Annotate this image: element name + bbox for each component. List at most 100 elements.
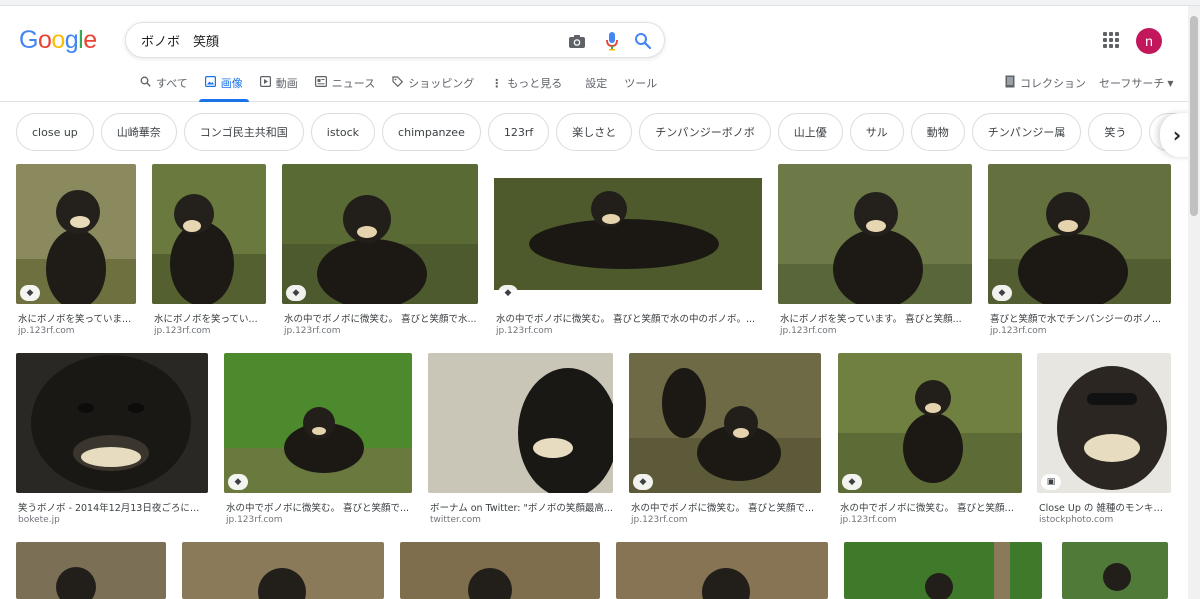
bookmark-icon <box>1005 75 1015 91</box>
search-icon[interactable] <box>633 31 653 51</box>
tab-tools[interactable]: ツール <box>624 70 657 96</box>
result-thumbnail[interactable] <box>1037 353 1171 493</box>
image-result[interactable]: ボーナム on Twitter: "ボノボの笑顔最高... twitter.co… <box>428 353 613 528</box>
image-result[interactable]: 水にボノボを笑ってい... jp.123rf.com <box>152 164 266 339</box>
result-caption[interactable]: 水にボノボを笑っていま... <box>18 311 136 325</box>
chip[interactable]: 123rf <box>487 113 550 151</box>
chip[interactable]: チンパンジー属 <box>971 113 1082 151</box>
result-thumbnail[interactable] <box>616 542 828 599</box>
result-source[interactable]: jp.123rf.com <box>990 326 1047 336</box>
chip[interactable]: サル <box>849 113 904 151</box>
result-caption[interactable]: 水の中でボノボに微笑む。 喜びと笑顔で... <box>840 500 1022 514</box>
tab-more[interactable]: ⋮ もっと見る <box>491 70 562 96</box>
image-result[interactable]: ◆ 水にボノボを笑っていま... jp.123rf.com <box>16 164 136 339</box>
result-source[interactable]: jp.123rf.com <box>840 515 897 525</box>
tab-videos[interactable]: 動画 <box>259 70 298 96</box>
image-icon <box>204 76 216 90</box>
result-thumbnail[interactable] <box>282 164 478 304</box>
result-source[interactable]: jp.123rf.com <box>780 326 837 336</box>
chip[interactable]: close up <box>16 113 94 151</box>
image-result[interactable]: 笑うボノボ - 2014年12月13日夜ごろに梶... bokete.jp <box>16 353 208 528</box>
result-source[interactable]: jp.123rf.com <box>154 326 211 336</box>
chip[interactable]: チンパンジーボノボ <box>639 113 771 151</box>
result-caption[interactable]: ボーナム on Twitter: "ボノボの笑顔最高... <box>430 500 613 514</box>
result-thumbnail[interactable] <box>16 542 166 599</box>
tab-settings[interactable]: 設定 <box>585 70 607 96</box>
result-thumbnail[interactable] <box>16 164 136 304</box>
image-result[interactable] <box>182 542 384 599</box>
image-result[interactable]: ◆ 水の中でボノボに微笑む。 喜びと笑顔で水の中のボノボ。... jp.123r… <box>494 164 762 339</box>
result-source[interactable]: jp.123rf.com <box>631 515 688 525</box>
image-result[interactable]: ◆ 喜びと笑顔で水でチンパンジーのボノ... jp.123rf.com <box>988 164 1171 339</box>
result-caption[interactable]: 水の中でボノボに微笑む。 喜びと笑顔で... <box>226 500 412 514</box>
camera-icon[interactable] <box>567 31 587 51</box>
result-thumbnail[interactable] <box>1062 542 1168 599</box>
result-thumbnail[interactable] <box>224 353 412 493</box>
result-caption[interactable]: Close Up の 雑種のモンキー... <box>1039 500 1171 514</box>
result-thumbnail[interactable] <box>400 542 600 599</box>
apps-grid-icon[interactable] <box>1103 32 1119 48</box>
result-thumbnail[interactable] <box>494 164 762 304</box>
result-thumbnail[interactable] <box>988 164 1171 304</box>
tab-shopping[interactable]: ショッピング <box>392 70 474 96</box>
result-thumbnail[interactable] <box>838 353 1022 493</box>
scrollbar-thumb[interactable] <box>1190 16 1198 216</box>
result-source[interactable]: istockphoto.com <box>1039 515 1113 525</box>
image-result[interactable]: ◆ 水の中でボノボに微笑む。 喜びと笑顔で... jp.123rf.com <box>838 353 1022 528</box>
news-icon <box>314 76 327 90</box>
result-caption[interactable]: 水の中でボノボに微笑む。 喜びと笑顔で... <box>631 500 821 514</box>
tag-icon: ◆ <box>498 285 518 301</box>
tag-icon: ◆ <box>633 474 653 490</box>
result-thumbnail[interactable] <box>152 164 266 304</box>
chip[interactable]: istock <box>310 113 376 151</box>
result-source[interactable]: bokete.jp <box>18 515 60 525</box>
tag-icon <box>392 76 404 90</box>
image-result[interactable] <box>844 542 1042 599</box>
image-icon: ▣ <box>1041 474 1061 490</box>
image-result[interactable]: ◆ 水の中でボノボに微笑む。 喜びと笑顔で... jp.123rf.com <box>629 353 821 528</box>
image-result[interactable] <box>1062 542 1168 599</box>
result-caption[interactable]: 水にボノボを笑ってい... <box>154 311 266 325</box>
microphone-icon[interactable] <box>602 31 622 51</box>
chip[interactable]: chimpanzee <box>382 113 481 151</box>
page-scrollbar[interactable] <box>1188 6 1200 599</box>
result-source[interactable]: jp.123rf.com <box>226 515 283 525</box>
search-input[interactable] <box>141 29 561 51</box>
result-thumbnail[interactable] <box>844 542 1042 599</box>
chip[interactable]: 動物 <box>910 113 965 151</box>
result-caption[interactable]: 水の中でボノボに微笑む。 喜びと笑顔で水の中のボノボ。... <box>496 311 762 325</box>
result-caption[interactable]: 水にボノボを笑っています。 喜びと笑顔... <box>780 311 972 325</box>
tab-all[interactable]: すべて <box>140 70 188 96</box>
safesearch-dropdown[interactable]: セーフサーチ ▼ <box>1099 75 1174 91</box>
tab-images[interactable]: 画像 <box>198 70 249 102</box>
result-source[interactable]: twitter.com <box>430 515 481 525</box>
result-thumbnail[interactable] <box>778 164 972 304</box>
result-caption[interactable]: 笑うボノボ - 2014年12月13日夜ごろに梶... <box>18 500 208 514</box>
image-result[interactable] <box>400 542 600 599</box>
image-result[interactable]: ▣ Close Up の 雑種のモンキー... istockphoto.com <box>1037 353 1171 528</box>
collection-link[interactable]: コレクション <box>1005 75 1086 91</box>
image-result[interactable]: 水にボノボを笑っています。 喜びと笑顔... jp.123rf.com <box>778 164 972 339</box>
image-result[interactable] <box>616 542 828 599</box>
image-result[interactable]: ◆ 水の中でボノボに微笑む。 喜びと笑顔で水... jp.123rf.com <box>282 164 478 339</box>
result-thumbnail[interactable] <box>16 353 208 493</box>
more-vert-icon: ⋮ <box>491 76 503 90</box>
image-result[interactable] <box>16 542 166 599</box>
avatar[interactable]: n <box>1136 28 1162 54</box>
result-thumbnail[interactable] <box>428 353 613 493</box>
result-source[interactable]: jp.123rf.com <box>496 326 553 336</box>
result-thumbnail[interactable] <box>182 542 384 599</box>
result-thumbnail[interactable] <box>629 353 821 493</box>
result-caption[interactable]: 喜びと笑顔で水でチンパンジーのボノ... <box>990 311 1171 325</box>
google-logo[interactable]: Google <box>19 26 97 55</box>
chip[interactable]: 楽しさと <box>556 113 633 151</box>
chip[interactable]: 笑う <box>1088 113 1143 151</box>
chip[interactable]: 山崎華奈 <box>100 113 177 151</box>
result-source[interactable]: jp.123rf.com <box>18 326 75 336</box>
image-result[interactable]: ◆ 水の中でボノボに微笑む。 喜びと笑顔で... jp.123rf.com <box>224 353 412 528</box>
result-source[interactable]: jp.123rf.com <box>284 326 341 336</box>
chip[interactable]: 山上優 <box>777 113 843 151</box>
chip[interactable]: コンゴ民主共和国 <box>183 113 304 151</box>
tab-news[interactable]: ニュース <box>314 70 375 96</box>
result-caption[interactable]: 水の中でボノボに微笑む。 喜びと笑顔で水... <box>284 311 478 325</box>
